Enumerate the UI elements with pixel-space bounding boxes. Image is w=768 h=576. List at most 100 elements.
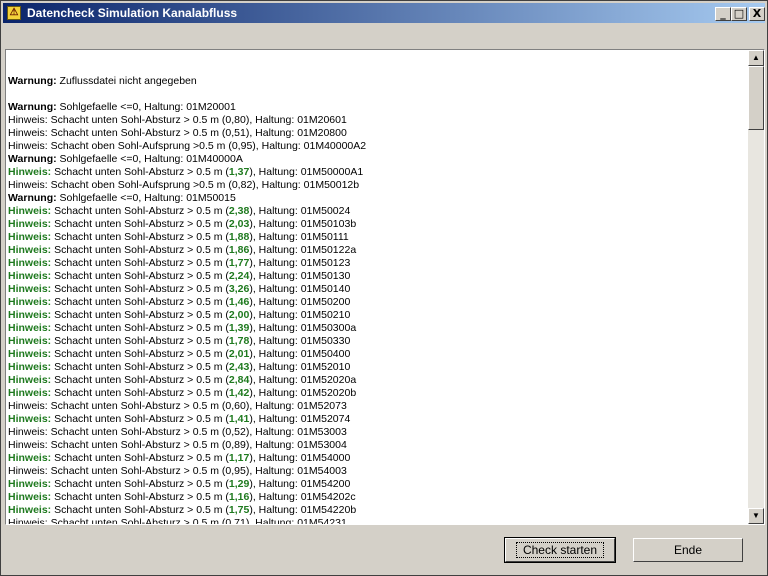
- log-line: Hinweis: Schacht unten Sohl-Absturz > 0.…: [8, 465, 746, 478]
- log-panel[interactable]: Warnung: Zuflussdatei nicht angegeben War…: [5, 49, 765, 525]
- log-label: Hinweis:: [8, 179, 48, 191]
- log-value: 2,38: [228, 205, 250, 217]
- log-label: Hinweis:: [8, 270, 52, 282]
- log-label: Hinweis:: [8, 283, 52, 295]
- log-text: ), Haltung: 01M50300a: [249, 322, 357, 334]
- log-text: Schacht unten Sohl-Absturz > 0.5 m (: [51, 413, 229, 425]
- log-text: ), Haltung: 01M54202c: [249, 491, 356, 503]
- vertical-scrollbar[interactable]: ▲ ▼: [748, 50, 764, 524]
- log-value: 2,01: [228, 348, 250, 360]
- log-text: Schacht unten Sohl-Absturz > 0.5 m (: [47, 127, 226, 139]
- scroll-down-button[interactable]: ▼: [748, 508, 764, 524]
- log-text: Schacht unten Sohl-Absturz > 0.5 m (: [51, 322, 229, 334]
- log-text: ), Haltung: 01M50000A1: [249, 166, 364, 178]
- log-text: Schacht unten Sohl-Absturz > 0.5 m (: [51, 491, 229, 503]
- log-text: ), Haltung: 01M54200: [249, 478, 351, 490]
- log-text: Schacht unten Sohl-Absturz > 0.5 m (: [47, 465, 226, 477]
- log-line: Warnung: Sohlgefaelle <=0, Haltung: 01M5…: [8, 192, 746, 205]
- close-button[interactable]: X: [749, 7, 765, 21]
- log-text: Schacht unten Sohl-Absturz > 0.5 m (: [51, 270, 229, 282]
- log-line: Hinweis: Schacht oben Sohl-Aufsprung >0.…: [8, 179, 746, 192]
- log-text: Schacht unten Sohl-Absturz > 0.5 m (: [51, 478, 229, 490]
- minimize-button[interactable]: _: [715, 7, 731, 21]
- log-text: ), Haltung: 01M50103b: [249, 218, 357, 230]
- log-line: Hinweis: Schacht unten Sohl-Absturz > 0.…: [8, 413, 746, 426]
- log-label: Hinweis:: [8, 140, 48, 152]
- log-text: Schacht unten Sohl-Absturz > 0.5 m (: [51, 296, 229, 308]
- log-line: Hinweis: Schacht unten Sohl-Absturz > 0.…: [8, 517, 746, 525]
- log-value: 1,39: [228, 322, 250, 334]
- log-label: Hinweis:: [8, 413, 52, 425]
- log-value: 1,17: [228, 452, 250, 464]
- log-line: Hinweis: Schacht unten Sohl-Absturz > 0.…: [8, 218, 746, 231]
- log-label: Hinweis:: [8, 205, 52, 217]
- log-label: Hinweis:: [8, 361, 52, 373]
- log-text: ), Haltung: 01M52073: [245, 400, 347, 412]
- log-text: Schacht unten Sohl-Absturz > 0.5 m (: [51, 231, 229, 243]
- log-label: Hinweis:: [8, 335, 52, 347]
- log-value: 0,82: [231, 179, 253, 191]
- log-text: ), Haltung: 01M50024: [249, 205, 351, 217]
- log-text: ), Haltung: 01M53003: [245, 426, 347, 438]
- log-label: Hinweis:: [8, 374, 52, 386]
- scroll-up-button[interactable]: ▲: [748, 50, 764, 66]
- log-text: ), Haltung: 01M52074: [249, 413, 351, 425]
- log-blank-line: [8, 62, 746, 75]
- end-button[interactable]: Ende: [633, 538, 743, 562]
- log-value: 3,26: [228, 283, 250, 295]
- log-text: Schacht unten Sohl-Absturz > 0.5 m (: [47, 114, 226, 126]
- log-list: Warnung: Zuflussdatei nicht angegeben War…: [8, 62, 746, 525]
- log-line: Hinweis: Schacht unten Sohl-Absturz > 0.…: [8, 452, 746, 465]
- log-label: Hinweis:: [8, 517, 48, 525]
- log-text: ), Haltung: 01M54003: [245, 465, 347, 477]
- log-value: 1,41: [228, 413, 250, 425]
- log-text: ), Haltung: 01M52010: [249, 361, 351, 373]
- log-line: Hinweis: Schacht unten Sohl-Absturz > 0.…: [8, 114, 746, 127]
- log-text: Schacht unten Sohl-Absturz > 0.5 m (: [47, 517, 226, 525]
- log-label: Warnung:: [8, 101, 57, 113]
- log-text: Schacht unten Sohl-Absturz > 0.5 m (: [51, 257, 229, 269]
- log-text: Schacht unten Sohl-Absturz > 0.5 m (: [47, 439, 226, 451]
- log-text: ), Haltung: 01M50111: [249, 231, 349, 243]
- log-text: ), Haltung: 01M54231: [245, 517, 347, 525]
- log-line: Hinweis: Schacht unten Sohl-Absturz > 0.…: [8, 244, 746, 257]
- maximize-button[interactable]: □: [731, 7, 747, 21]
- log-line: Warnung: Sohlgefaelle <=0, Haltung: 01M4…: [8, 153, 746, 166]
- log-label: Hinweis:: [8, 478, 52, 490]
- log-text: ), Haltung: 01M52020b: [249, 387, 357, 399]
- log-line: Hinweis: Schacht unten Sohl-Absturz > 0.…: [8, 205, 746, 218]
- log-value: 1,29: [228, 478, 250, 490]
- log-blank-line: [8, 88, 746, 101]
- log-value: 2,03: [228, 218, 250, 230]
- log-text: ), Haltung: 01M50400: [249, 348, 351, 360]
- log-text: Schacht unten Sohl-Absturz > 0.5 m (: [51, 309, 229, 321]
- log-label: Hinweis:: [8, 452, 52, 464]
- log-text: Schacht unten Sohl-Absturz > 0.5 m (: [51, 205, 229, 217]
- log-line: Hinweis: Schacht unten Sohl-Absturz > 0.…: [8, 439, 746, 452]
- log-value: 2,00: [228, 309, 250, 321]
- log-line: Hinweis: Schacht unten Sohl-Absturz > 0.…: [8, 270, 746, 283]
- log-label: Hinweis:: [8, 127, 48, 139]
- scroll-thumb[interactable]: [748, 66, 764, 130]
- log-text: ), Haltung: 01M50123: [249, 257, 351, 269]
- log-text: Schacht unten Sohl-Absturz > 0.5 m (: [51, 283, 229, 295]
- log-line: Warnung: Sohlgefaelle <=0, Haltung: 01M2…: [8, 101, 746, 114]
- log-value: 1,86: [228, 244, 250, 256]
- log-text: Schacht unten Sohl-Absturz > 0.5 m (: [51, 244, 229, 256]
- log-line: Hinweis: Schacht unten Sohl-Absturz > 0.…: [8, 426, 746, 439]
- log-value: 0,95: [231, 140, 253, 152]
- log-value: 0,51: [225, 127, 246, 139]
- title-bar[interactable]: ⚠ Datencheck Simulation Kanalabfluss _ □…: [3, 3, 765, 23]
- check-start-button[interactable]: Check starten: [504, 537, 616, 563]
- log-text: Sohlgefaelle <=0, Haltung: 01M50015: [56, 192, 236, 204]
- log-label: Hinweis:: [8, 296, 52, 308]
- log-line: Hinweis: Schacht unten Sohl-Absturz > 0.…: [8, 283, 746, 296]
- window-title: Datencheck Simulation Kanalabfluss: [27, 6, 238, 20]
- log-line: Hinweis: Schacht unten Sohl-Absturz > 0.…: [8, 322, 746, 335]
- log-text: Schacht unten Sohl-Absturz > 0.5 m (: [51, 452, 229, 464]
- log-line: Hinweis: Schacht unten Sohl-Absturz > 0.…: [8, 491, 746, 504]
- log-value: 1,37: [228, 166, 250, 178]
- log-line: Hinweis: Schacht unten Sohl-Absturz > 0.…: [8, 257, 746, 270]
- log-line: Hinweis: Schacht unten Sohl-Absturz > 0.…: [8, 504, 746, 517]
- log-label: Hinweis:: [8, 166, 52, 178]
